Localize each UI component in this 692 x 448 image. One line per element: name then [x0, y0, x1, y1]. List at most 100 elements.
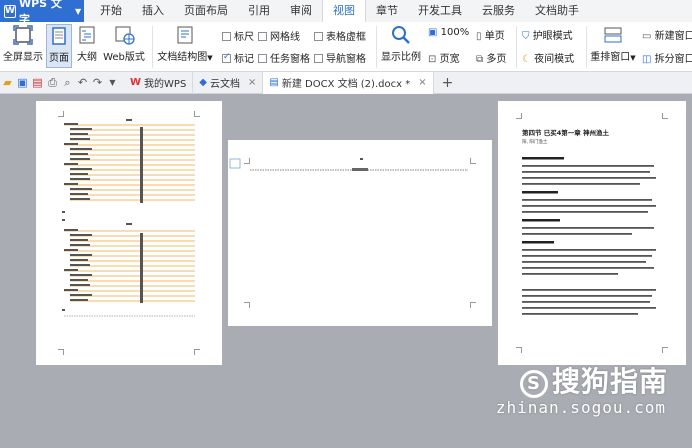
- page-thumbnail-3[interactable]: 第四节 已买4第一章 神州渔土 阳, 阳门渔土: [498, 101, 686, 365]
- tab-cloud-docs[interactable]: ◆ 云文档 ×: [193, 71, 264, 94]
- margin-corner: [516, 113, 522, 119]
- app-menu-button[interactable]: W WPS 文字 ▼: [0, 0, 84, 26]
- tab-label: 新建 DOCX 文档 (2).docx *: [281, 79, 411, 90]
- menu-doc-assistant[interactable]: 文档助手: [525, 0, 589, 22]
- table-dash-toggle[interactable]: 表格虚框: [314, 28, 366, 43]
- checkbox[interactable]: [258, 32, 267, 41]
- menu-review[interactable]: 审阅: [280, 0, 322, 22]
- fullscreen-icon: [13, 25, 33, 45]
- chevron-down-icon: ▼: [630, 54, 636, 62]
- web-layout-icon: [115, 26, 135, 45]
- print-preview-icon[interactable]: ⌕: [62, 76, 73, 90]
- open-folder-icon[interactable]: ▰: [2, 76, 13, 89]
- magnifier-icon: [392, 26, 410, 44]
- divider: [516, 26, 517, 68]
- page3-body-text: [522, 157, 656, 315]
- zoom-percent: 100%: [440, 27, 470, 38]
- menu-insert[interactable]: 插入: [132, 0, 174, 22]
- new-window-button[interactable]: ▭ 新建窗口: [642, 27, 692, 42]
- watermark-brand: 搜狗指南: [551, 365, 668, 398]
- menu-view[interactable]: 视图: [322, 0, 366, 22]
- watermark-url: zhinan.sogou.com: [495, 398, 666, 417]
- single-page-button[interactable]: ▯ 单页: [476, 27, 505, 42]
- tab-my-wps[interactable]: W 我的WPS: [124, 71, 194, 94]
- rearrange-window-icon: [604, 27, 622, 43]
- page-view-button[interactable]: 页面: [46, 24, 72, 68]
- close-icon[interactable]: ×: [418, 77, 426, 88]
- page-thumbnail-1[interactable]: [36, 101, 222, 365]
- quick-access-toolbar: ▰ ▣ ▤ ⎙ ⌕ ↶ ↷ ▼: [0, 76, 118, 90]
- single-page-label: 单页: [484, 31, 505, 42]
- doc-structure-button[interactable]: 文档结构图▼: [156, 24, 214, 63]
- ruler-toggle[interactable]: 标尺: [222, 28, 254, 43]
- undo-icon[interactable]: ↶: [77, 76, 88, 89]
- print-icon[interactable]: ⎙: [47, 76, 58, 90]
- split-window-button[interactable]: ◫ 拆分窗口: [642, 50, 692, 65]
- gridlines-label: 网格线: [270, 32, 300, 43]
- split-window-icon: ◫: [642, 54, 652, 65]
- checkbox[interactable]: [314, 54, 323, 63]
- checkbox[interactable]: [258, 54, 267, 63]
- gridlines-toggle[interactable]: 网格线: [258, 28, 300, 43]
- menu-bar: W WPS 文字 ▼ 开始 插入 页面布局 引用 审阅 视图 章节 开发工具 云…: [0, 0, 692, 26]
- page-width-button[interactable]: ⊡ 页宽: [428, 50, 460, 65]
- menu-references[interactable]: 引用: [238, 0, 280, 22]
- menu-start[interactable]: 开始: [90, 0, 132, 22]
- margin-corner: [470, 302, 476, 308]
- new-tab-button[interactable]: +: [434, 75, 462, 91]
- doc-icon: ▣: [428, 27, 438, 38]
- page-view-label: 页面: [49, 53, 69, 64]
- single-page-icon: ▯: [476, 31, 482, 42]
- ruler-label: 标尺: [234, 32, 254, 43]
- menu-dev-tools[interactable]: 开发工具: [408, 0, 472, 22]
- menu-tabs: 开始 插入 页面布局 引用 审阅 视图 章节 开发工具 云服务 文档助手: [84, 0, 589, 22]
- redo-icon[interactable]: ↷: [92, 76, 103, 89]
- toc-block: [62, 119, 195, 317]
- new-window-icon: ▭: [642, 31, 652, 42]
- table-dash-label: 表格虚框: [326, 32, 366, 43]
- night-mode-button[interactable]: ☾ 夜间模式: [522, 50, 574, 65]
- checkbox[interactable]: [314, 32, 323, 41]
- marks-toggle[interactable]: 标记: [222, 50, 254, 65]
- eye-mode-button[interactable]: ⛉ 护眼模式: [522, 27, 573, 42]
- doc-structure-label: 文档结构图: [157, 52, 208, 63]
- page-width-icon: ⊡: [428, 54, 437, 65]
- tab-label: 我的WPS: [144, 79, 187, 90]
- page-thumbnail-2[interactable]: [228, 140, 492, 326]
- fullscreen-button[interactable]: 全屏显示: [2, 24, 44, 63]
- chevron-down-icon: ▼: [207, 54, 213, 62]
- doc-icon: ▤: [269, 77, 279, 88]
- document-canvas[interactable]: 第四节 已买4第一章 神州渔土 阳, 阳门渔土 S 搜狗指南 zhinan.sog…: [0, 94, 692, 448]
- split-window-label: 拆分窗口: [654, 54, 692, 65]
- eye-mode-label: 护眼模式: [532, 31, 573, 42]
- zoom-100-button[interactable]: ▣ 100%: [428, 27, 469, 38]
- divider: [152, 26, 153, 68]
- task-pane-toggle[interactable]: 任务窗格: [258, 50, 310, 65]
- menu-page-layout[interactable]: 页面布局: [174, 0, 238, 22]
- export-pdf-icon[interactable]: ▤: [32, 76, 43, 89]
- wps-logo-icon: W: [4, 4, 16, 18]
- marks-label: 标记: [234, 54, 254, 65]
- zoom-button[interactable]: 显示比例: [380, 24, 422, 63]
- chevron-down-icon[interactable]: ▼: [72, 7, 84, 16]
- save-icon[interactable]: ▣: [17, 76, 28, 89]
- menu-cloud[interactable]: 云服务: [472, 0, 525, 22]
- page3-heading: 第四节 已买4第一章 神州渔土: [522, 129, 610, 137]
- multi-page-button[interactable]: ⧉ 多页: [476, 50, 506, 65]
- toc-text: [62, 119, 143, 311]
- close-icon[interactable]: ×: [248, 77, 256, 88]
- chevron-down-icon[interactable]: ▼: [107, 78, 118, 87]
- outline-view-button[interactable]: 大纲: [74, 24, 100, 63]
- rearrange-window-button[interactable]: 重排窗口▼: [588, 24, 638, 63]
- cloud-icon: ◆: [199, 77, 207, 88]
- tab-label: 云文档: [210, 79, 240, 90]
- sogou-watermark: S 搜狗指南: [519, 360, 668, 400]
- menu-chapter[interactable]: 章节: [366, 0, 408, 22]
- checkbox[interactable]: [222, 52, 231, 63]
- checkbox[interactable]: [222, 32, 231, 41]
- page-width-label: 页宽: [439, 54, 460, 65]
- shield-icon: ⛉: [522, 31, 530, 42]
- nav-pane-toggle[interactable]: 导航窗格: [314, 50, 366, 65]
- web-view-button[interactable]: Web版式: [102, 24, 146, 63]
- tab-current-document[interactable]: ▤ 新建 DOCX 文档 (2).docx * ×: [263, 71, 434, 94]
